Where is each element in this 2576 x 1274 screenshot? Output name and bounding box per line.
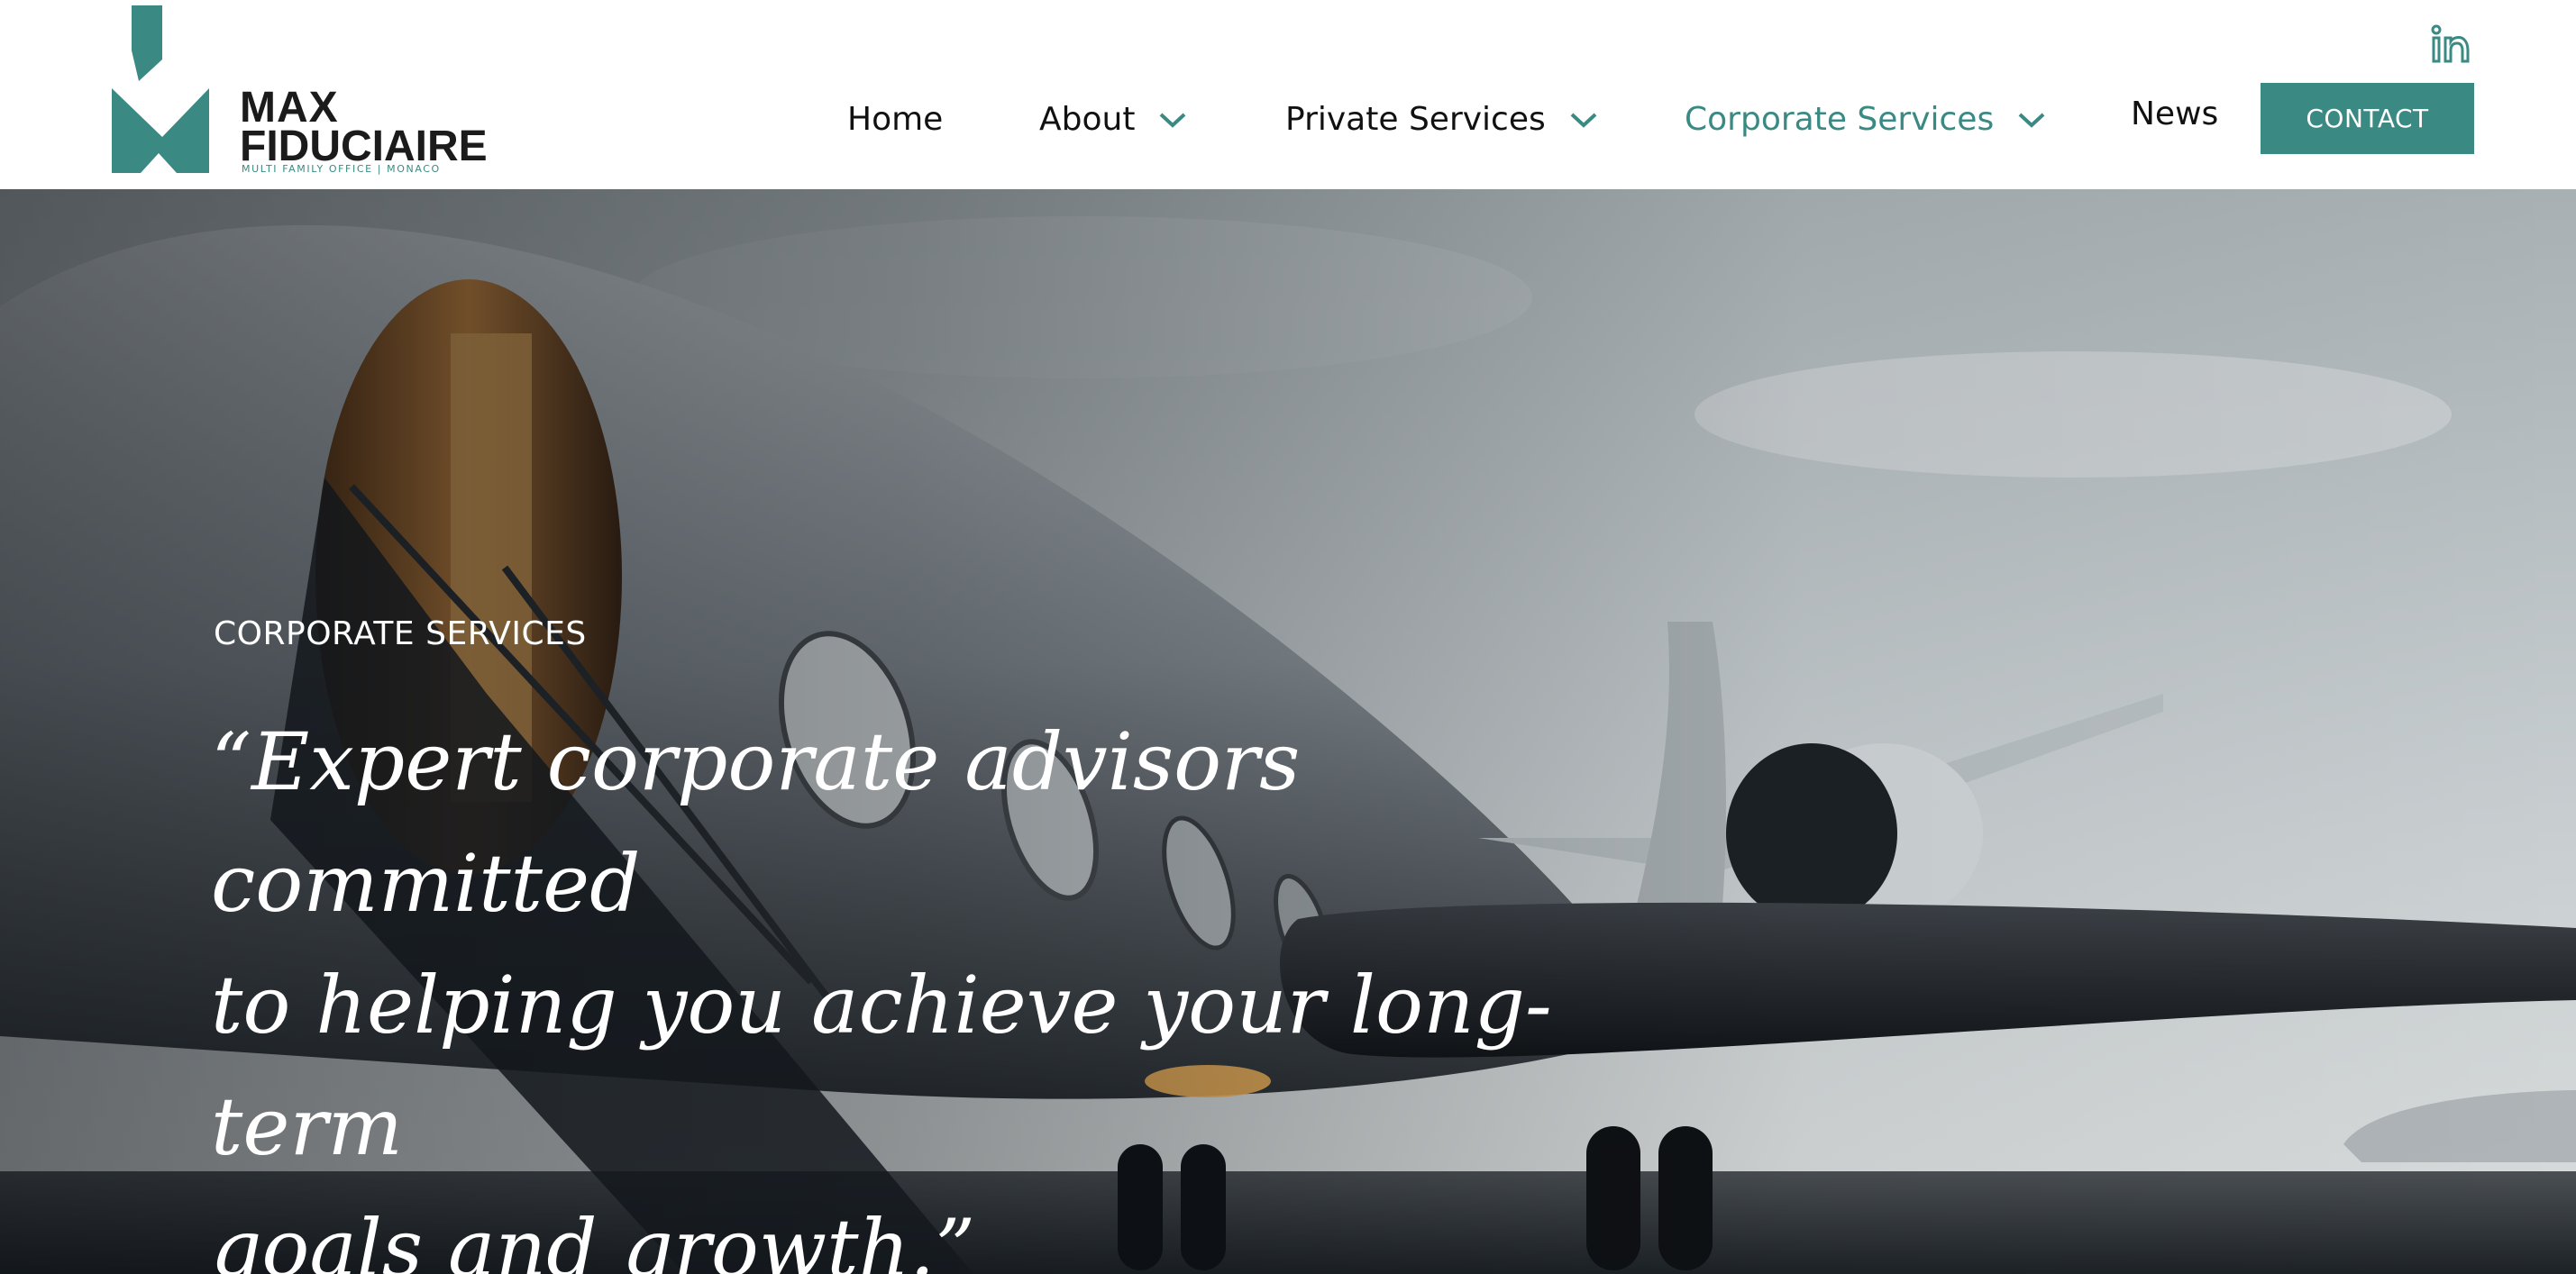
- nav-home[interactable]: Home: [847, 101, 943, 138]
- nav-private-services-label: Private Services: [1285, 101, 1546, 138]
- logo-mark-icon: [112, 5, 209, 173]
- chevron-down-icon: [2018, 113, 2045, 128]
- nav-about[interactable]: About: [1039, 101, 1187, 138]
- hero-quote-line: goals and growth.”: [211, 1202, 976, 1274]
- nav-corporate-services-label: Corporate Services: [1685, 101, 1995, 138]
- nav-corporate-services[interactable]: Corporate Services: [1685, 101, 2046, 138]
- nav-news[interactable]: News: [2131, 96, 2218, 132]
- nav-news-label: News: [2131, 96, 2219, 132]
- hero-quote-line: “Expert corporate advisors committed: [211, 715, 1301, 930]
- nav-private-services[interactable]: Private Services: [1285, 101, 1598, 138]
- site-header: MAX FIDUCIAIRE MULTI FAMILY OFFICE | MON…: [0, 0, 2576, 189]
- hero-quote-line: to helping you achieve your long-term: [211, 959, 1552, 1173]
- chevron-down-icon: [1570, 113, 1597, 128]
- nav-home-label: Home: [847, 101, 944, 138]
- hero-banner: CORPORATE SERVICES “Expert corporate adv…: [0, 189, 2576, 1274]
- linkedin-icon[interactable]: [2430, 23, 2471, 65]
- hero-quote: “Expert corporate advisors committed to …: [211, 701, 1563, 1274]
- nav-about-label: About: [1039, 101, 1136, 138]
- logo-name-line2: FIDUCIAIRE: [240, 123, 488, 170]
- contact-button[interactable]: CONTACT: [2261, 83, 2474, 154]
- logo-tagline: MULTI FAMILY OFFICE | MONACO: [242, 163, 441, 175]
- logo[interactable]: MAX FIDUCIAIRE MULTI FAMILY OFFICE | MON…: [112, 5, 490, 177]
- hero-eyebrow: CORPORATE SERVICES: [214, 615, 587, 652]
- chevron-down-icon: [1160, 113, 1186, 128]
